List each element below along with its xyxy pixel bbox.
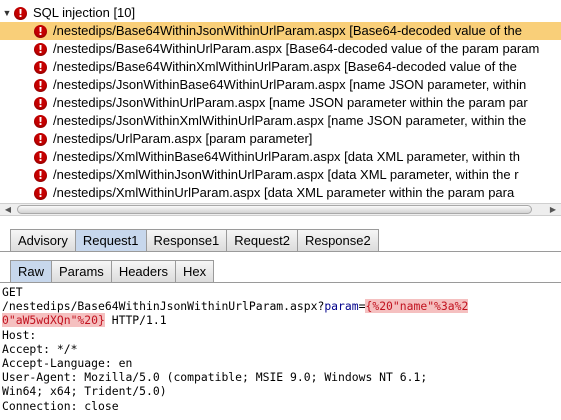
exclamation-icon: !: [34, 114, 47, 128]
tab-params[interactable]: Params: [51, 260, 111, 282]
exclamation-icon: !: [34, 132, 47, 146]
param-name: param: [324, 299, 359, 314]
exclamation-icon: !: [34, 150, 47, 164]
issue-row[interactable]: ! /nestedips/Base64WithinJsonWithinUrlPar…: [0, 22, 561, 40]
scroll-right-icon[interactable]: ▶: [546, 204, 560, 215]
horizontal-scrollbar[interactable]: ◀ ▶: [0, 203, 561, 216]
issue-row-label: /nestedips/XmlWithinUrlParam.aspx [data …: [53, 185, 515, 200]
view-tabs: Raw Params Headers Hex: [0, 260, 561, 282]
issue-row[interactable]: ! /nestedips/JsonWithinXmlWithinUrlParam.…: [0, 112, 561, 130]
issue-row[interactable]: ! /nestedips/JsonWithinUrlParam.aspx [nam…: [0, 94, 561, 112]
tab-hex[interactable]: Hex: [174, 260, 215, 282]
header-line: Accept: */*: [2, 341, 78, 356]
issue-row[interactable]: ! /nestedips/XmlWithinBase64WithinUrlPara…: [0, 148, 561, 166]
issue-row[interactable]: ! /nestedips/XmlWithinJsonWithinUrlParam.…: [0, 166, 561, 184]
issue-row-label: /nestedips/JsonWithinUrlParam.aspx [name…: [53, 95, 528, 110]
issue-row-label: /nestedips/Base64WithinXmlWithinUrlParam…: [53, 59, 517, 74]
issue-row[interactable]: ! /nestedips/Base64WithinXmlWithinUrlPara…: [0, 58, 561, 76]
issue-row[interactable]: ! /nestedips/Base64WithinUrlParam.aspx [B…: [0, 40, 561, 58]
request-protocol: HTTP/1.1: [104, 313, 167, 328]
header-line: User-Agent: Mozilla/5.0 (compatible; MSI…: [2, 370, 428, 385]
issue-tree: ▼ ! SQL injection [10] ! /nestedips/Base6…: [0, 0, 561, 203]
issue-row-label: /nestedips/JsonWithinBase64WithinUrlPara…: [53, 77, 527, 92]
issue-row-label: /nestedips/XmlWithinJsonWithinUrlParam.a…: [53, 167, 519, 182]
exclamation-icon: !: [34, 96, 47, 110]
tab-response1[interactable]: Response1: [145, 229, 227, 251]
request-headers: Host: Accept: */* Accept-Language: en Us…: [2, 328, 427, 413]
tab-response2[interactable]: Response2: [296, 229, 379, 251]
scrollbar-thumb[interactable]: [17, 205, 532, 214]
tab-divider: [0, 282, 561, 283]
chevron-down-icon[interactable]: ▼: [0, 4, 14, 22]
request-method: GET: [2, 285, 23, 299]
exclamation-icon: !: [14, 6, 27, 20]
tab-request1[interactable]: Request1: [74, 229, 146, 251]
exclamation-icon: !: [34, 60, 47, 74]
tab-raw[interactable]: Raw: [10, 260, 52, 282]
issue-row-label: /nestedips/JsonWithinXmlWithinUrlParam.a…: [53, 113, 527, 128]
header-line: Accept-Language: en: [2, 356, 133, 371]
issue-row[interactable]: ! /nestedips/UrlParam.aspx [param paramet…: [0, 130, 561, 148]
issue-row-label: /nestedips/Base64WithinUrlParam.aspx [Ba…: [53, 41, 540, 56]
payload-highlight: 0"aW5wdXQn"%20}: [2, 313, 105, 328]
issue-row-label: /nestedips/Base64WithinJsonWithinUrlPara…: [53, 23, 522, 38]
exclamation-icon: !: [34, 42, 47, 56]
tree-group-row[interactable]: ▼ ! SQL injection [10]: [0, 4, 561, 22]
payload-highlight: {%20"name"%3a%2: [365, 299, 469, 314]
exclamation-icon: !: [34, 186, 47, 200]
tab-advisory[interactable]: Advisory: [10, 229, 75, 251]
issue-row-label: /nestedips/XmlWithinBase64WithinUrlParam…: [53, 149, 520, 164]
group-label: SQL injection [10]: [33, 5, 136, 20]
issue-row[interactable]: ! /nestedips/JsonWithinBase64WithinUrlPar…: [0, 76, 561, 94]
request-path: /nestedips/Base64WithinJsonWithinUrlPara…: [2, 299, 325, 314]
scroll-left-icon[interactable]: ◀: [1, 204, 15, 215]
raw-request[interactable]: GET /nestedips/Base64WithinJsonWithinUrl…: [2, 285, 559, 413]
header-line: Host:: [2, 327, 37, 342]
issue-row-label: /nestedips/UrlParam.aspx [param paramete…: [53, 131, 313, 146]
tab-request2[interactable]: Request2: [226, 229, 297, 251]
detail-tabs: Advisory Request1 Response1 Request2 Respons…: [0, 229, 561, 251]
tab-headers[interactable]: Headers: [110, 260, 175, 282]
exclamation-icon: !: [34, 24, 47, 38]
issue-row[interactable]: ! /nestedips/XmlWithinUrlParam.aspx [data…: [0, 184, 561, 202]
tab-divider: [0, 251, 561, 252]
header-line: Connection: close: [2, 398, 119, 413]
header-line: Win64; x64; Trident/5.0): [2, 384, 167, 399]
exclamation-icon: !: [34, 168, 47, 182]
exclamation-icon: !: [34, 78, 47, 92]
